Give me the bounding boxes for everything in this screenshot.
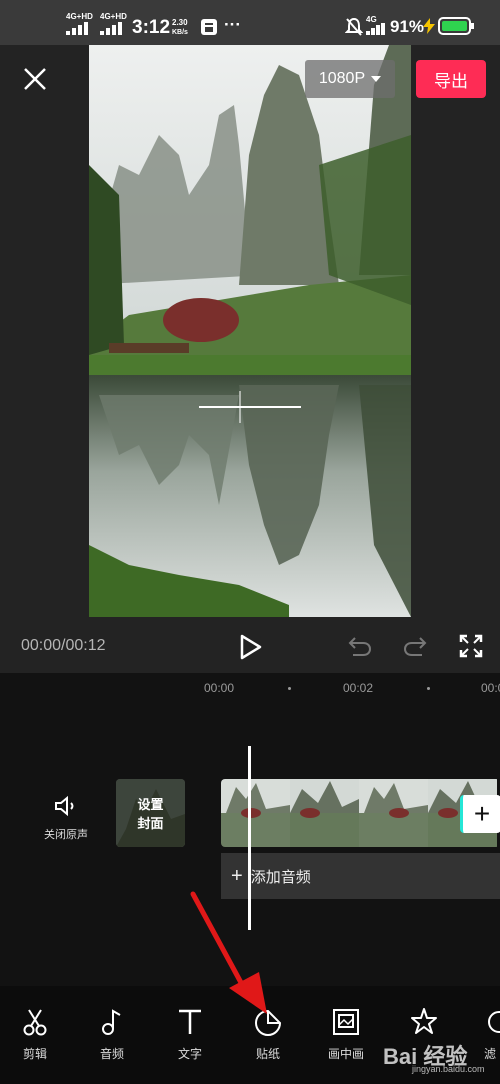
app-notification-icon — [201, 19, 217, 35]
video-preview[interactable] — [89, 45, 411, 617]
add-audio-label: 添加音频 — [250, 868, 311, 886]
signal-icon-2 — [100, 22, 122, 35]
net-speed-unit: KB/s — [172, 29, 188, 36]
ruler-dot — [288, 687, 291, 690]
effects-icon — [411, 1008, 437, 1034]
status-bar: 4G+HD 4G+HD 3:12 2.30 KB/s ··· 4G 91% — [0, 0, 500, 45]
clip-frame — [359, 779, 428, 847]
toolbar-label-text: 文字 — [177, 1047, 202, 1061]
mute-original-label: 关闭原声 — [44, 829, 88, 841]
clip-frame — [290, 779, 359, 847]
cover-label-line1: 设置 — [137, 797, 164, 812]
clip-frame — [221, 779, 290, 847]
battery-icon — [438, 17, 474, 35]
resolution-label: 1080P — [318, 70, 366, 87]
signal-type-label-2: 4G+HD — [100, 12, 127, 21]
playback-time: 00:00/00:12 — [21, 637, 106, 654]
fullscreen-icon[interactable] — [459, 634, 483, 658]
music-note-icon — [102, 1009, 121, 1035]
cover-label: 设置 封面 — [116, 795, 185, 833]
picture-in-picture-icon — [333, 1009, 359, 1035]
export-button[interactable]: 导出 — [416, 60, 486, 98]
toolbar-label-pip: 画中画 — [327, 1047, 364, 1061]
ruler-label-1: 00:02 — [343, 681, 374, 695]
toolbar-item-pip[interactable]: 画中画 — [316, 1005, 376, 1065]
filter-icon — [488, 1011, 500, 1033]
redo-icon[interactable] — [402, 634, 428, 658]
signal-icon — [66, 22, 88, 35]
close-icon[interactable] — [20, 64, 50, 94]
toolbar-label-audio: 音频 — [99, 1047, 124, 1061]
annotation-arrow-icon — [190, 891, 267, 1014]
mute-bell-icon — [345, 17, 363, 36]
network-signal-icon — [366, 23, 385, 35]
signal-type-label-1: 4G+HD — [66, 12, 93, 21]
play-icon[interactable] — [238, 633, 264, 661]
more-notifications-icon: ··· — [224, 15, 241, 34]
video-clip-track[interactable] — [221, 779, 500, 847]
battery-percent: 91% — [390, 17, 425, 36]
speaker-icon — [55, 795, 74, 817]
add-clip-button[interactable]: + — [460, 795, 500, 833]
ruler-label-2: 00:0 — [481, 681, 500, 695]
undo-icon[interactable] — [347, 634, 373, 658]
toolbar-label-filter: 滤 — [484, 1047, 497, 1061]
toolbar-item-audio[interactable]: 音频 — [82, 1005, 142, 1065]
set-cover-button[interactable]: 设置 封面 — [116, 779, 185, 847]
charging-icon — [423, 18, 435, 34]
toolbar-item-filter[interactable]: 滤 — [472, 1005, 500, 1065]
toolbar-item-edit[interactable]: 剪辑 — [5, 1005, 65, 1065]
ruler-dot — [427, 687, 430, 690]
toolbar-label-sticker: 贴纸 — [255, 1047, 280, 1061]
toolbar-label-edit: 剪辑 — [22, 1047, 47, 1061]
clock: 3:12 — [132, 17, 171, 38]
net-speed-value: 2.30 — [172, 18, 188, 27]
resolution-dropdown[interactable]: 1080P — [305, 60, 395, 98]
scissors-icon — [23, 1009, 47, 1036]
plus-icon: + — [231, 864, 243, 887]
watermark-url: jingyan.baidu.com — [412, 1064, 485, 1074]
cover-label-line2: 封面 — [137, 816, 164, 831]
dropdown-arrow-icon — [371, 76, 382, 82]
ruler-label-0: 00:00 — [204, 681, 235, 695]
